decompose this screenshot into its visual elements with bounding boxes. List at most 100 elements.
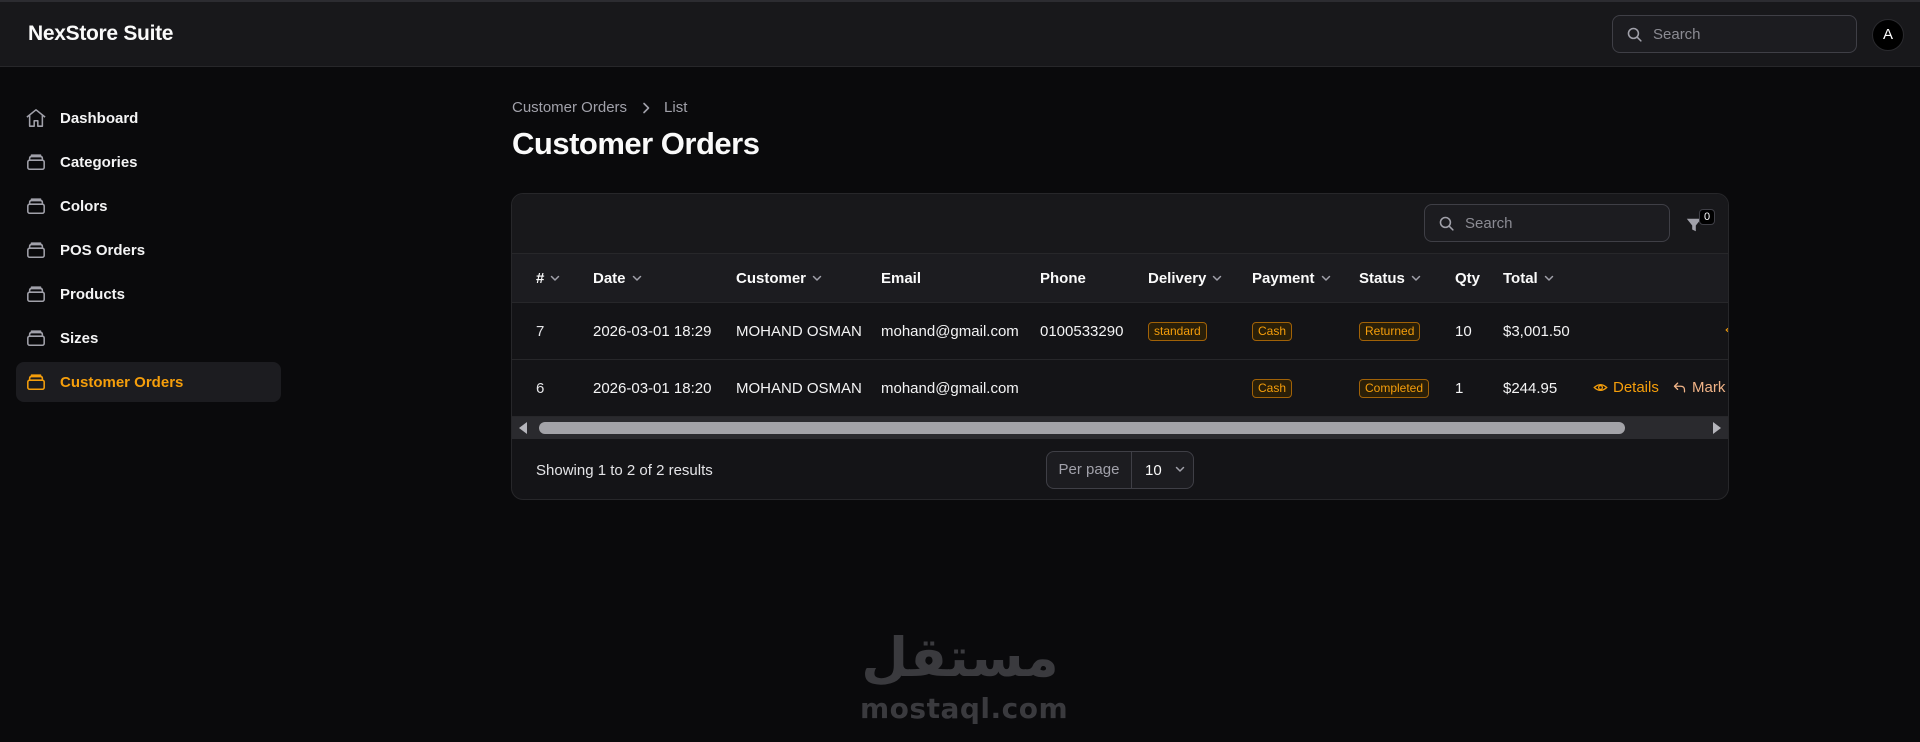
per-page-label: Per page: [1047, 452, 1132, 488]
chevron-right-icon: [641, 102, 651, 114]
column-header-label: Payment: [1252, 270, 1315, 287]
payment-badge: Cash: [1252, 379, 1293, 398]
cell-customer: MOHAND OSMAN: [736, 380, 862, 397]
table-row[interactable]: 7 2026-03-01 18:29 MOHAND OSMAN mohand@g…: [512, 303, 1728, 360]
sidebar: Dashboard Categories Colors POS Orders P…: [16, 98, 281, 406]
pagination-summary: Showing 1 to 2 of 2 results: [536, 462, 713, 479]
table-search-input[interactable]: [1465, 213, 1660, 233]
cell-id: 6: [536, 380, 545, 397]
column-header-status[interactable]: Status: [1359, 270, 1421, 287]
cell-date: 2026-03-01 18:20: [593, 380, 712, 397]
sidebar-item-label: Categories: [60, 154, 138, 171]
stack-icon: [25, 152, 47, 172]
filter-count-badge: 0: [1699, 209, 1715, 225]
column-header-label: Qty: [1455, 270, 1481, 287]
chevron-down-icon: [632, 275, 642, 282]
per-page-value: 10: [1145, 462, 1162, 479]
details-action-clipped[interactable]: [1725, 323, 1728, 337]
cell-email: mohand@gmail.com: [881, 380, 1019, 397]
user-avatar[interactable]: A: [1872, 19, 1904, 51]
app-title[interactable]: NexStore Suite: [28, 22, 173, 46]
payment-badge: Cash: [1252, 322, 1293, 341]
table-header: # Date Customer Email Phone Delivery Pay…: [512, 254, 1728, 303]
sidebar-item-pos-orders[interactable]: POS Orders: [16, 230, 281, 270]
mark-button[interactable]: Mark: [1672, 379, 1725, 396]
column-header-delivery[interactable]: Delivery: [1148, 270, 1222, 287]
mark-label: Mark: [1692, 379, 1726, 396]
chevron-down-icon: [1175, 466, 1185, 473]
sidebar-item-label: Customer Orders: [60, 374, 184, 391]
details-label: Details: [1613, 379, 1659, 396]
column-header-label: Email: [881, 270, 922, 287]
sidebar-item-products[interactable]: Products: [16, 274, 281, 314]
chevron-down-icon: [1321, 275, 1331, 282]
global-search-input[interactable]: [1653, 24, 1848, 44]
home-icon: [25, 108, 47, 128]
stack-icon: [25, 372, 47, 392]
breadcrumb-parent[interactable]: Customer Orders: [512, 99, 627, 116]
search-icon: [1438, 215, 1455, 232]
status-badge: Returned: [1359, 322, 1421, 341]
delivery-badge: standard: [1148, 322, 1207, 341]
column-header-label: Date: [593, 270, 626, 287]
page-title: Customer Orders: [512, 126, 760, 161]
filter-button[interactable]: 0: [1685, 209, 1725, 241]
details-button[interactable]: Details: [1593, 379, 1659, 396]
column-header-label: Phone: [1040, 270, 1086, 287]
chevron-down-icon: [550, 275, 560, 282]
column-header-label: Customer: [736, 270, 807, 287]
table-row[interactable]: 6 2026-03-01 18:20 MOHAND OSMAN mohand@g…: [512, 360, 1728, 417]
sidebar-item-sizes[interactable]: Sizes: [16, 318, 281, 358]
chevron-down-icon: [1411, 275, 1421, 282]
sidebar-item-label: Colors: [60, 198, 108, 215]
cell-total: $244.95: [1503, 380, 1558, 397]
stack-icon: [25, 284, 47, 304]
column-header-label: Delivery: [1148, 270, 1207, 287]
scrollbar-thumb[interactable]: [539, 422, 1625, 434]
table-toolbar: 0: [512, 194, 1728, 254]
undo-icon: [1672, 380, 1687, 395]
sidebar-item-dashboard[interactable]: Dashboard: [16, 98, 281, 138]
sidebar-item-label: Sizes: [60, 330, 99, 347]
column-header-total[interactable]: Total: [1503, 270, 1554, 287]
stack-icon: [25, 196, 47, 216]
stack-icon: [25, 240, 47, 260]
per-page-control: Per page 10: [1046, 451, 1194, 489]
top-bar: NexStore Suite A: [0, 0, 1920, 67]
cell-qty: 1: [1455, 380, 1464, 397]
cell-date: 2026-03-01 18:29: [593, 323, 712, 340]
cell-customer: MOHAND OSMAN: [736, 323, 862, 340]
sidebar-item-label: POS Orders: [60, 242, 146, 259]
sidebar-item-categories[interactable]: Categories: [16, 142, 281, 182]
table-search[interactable]: [1424, 204, 1670, 242]
cell-phone: 0100533290: [1040, 323, 1124, 340]
column-header-label: Status: [1359, 270, 1405, 287]
sidebar-item-colors[interactable]: Colors: [16, 186, 281, 226]
breadcrumb: Customer Orders List: [512, 99, 687, 116]
global-search[interactable]: [1612, 15, 1857, 53]
cell-email: mohand@gmail.com: [881, 323, 1019, 340]
eye-icon: [1593, 380, 1608, 395]
column-header-date[interactable]: Date: [593, 270, 642, 287]
search-icon: [1626, 26, 1643, 43]
chevron-down-icon: [1212, 275, 1222, 282]
scroll-right-arrow-icon[interactable]: [1713, 422, 1721, 434]
cell-id: 7: [536, 323, 545, 340]
per-page-select[interactable]: 10: [1133, 452, 1193, 488]
column-header-customer[interactable]: Customer: [736, 270, 822, 287]
sidebar-item-customer-orders[interactable]: Customer Orders: [16, 362, 281, 402]
column-header-label: #: [536, 270, 545, 287]
orders-table-card: 0 # Date Customer Email Phone Delivery P…: [511, 193, 1729, 500]
watermark-latin: mostaql.com: [860, 692, 1069, 725]
sidebar-item-label: Products: [60, 286, 126, 303]
column-header-payment[interactable]: Payment: [1252, 270, 1331, 287]
column-header-id[interactable]: #: [536, 270, 560, 287]
horizontal-scrollbar[interactable]: [512, 417, 1728, 439]
column-header-phone: Phone: [1040, 270, 1086, 287]
watermark: مستقل mostaql.com: [860, 626, 1069, 728]
watermark-arabic: مستقل: [861, 626, 1059, 689]
sidebar-item-label: Dashboard: [60, 110, 139, 127]
chevron-down-icon: [1544, 275, 1554, 282]
column-header-email: Email: [881, 270, 921, 287]
scroll-left-arrow-icon[interactable]: [519, 422, 527, 434]
